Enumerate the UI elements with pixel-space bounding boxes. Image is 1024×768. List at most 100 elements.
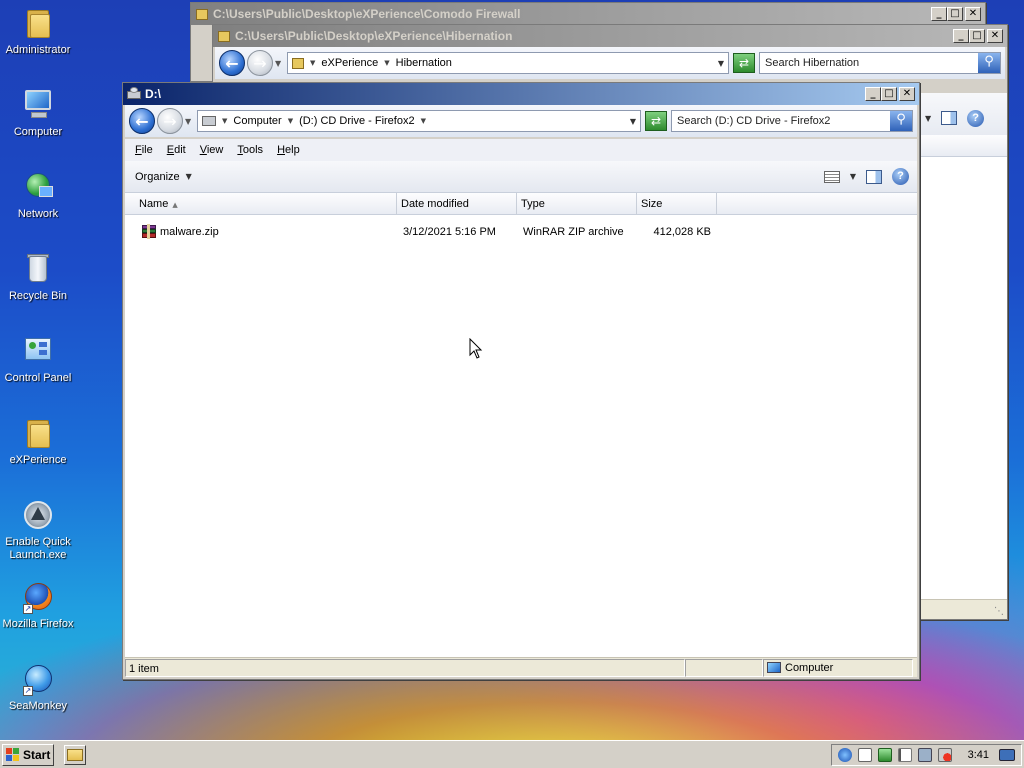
desktop-icon-computer[interactable]: Computer xyxy=(0,88,76,139)
chevron-down-icon[interactable]: ▼ xyxy=(850,172,856,181)
recycle-bin-icon xyxy=(21,252,55,286)
desktop-icon-label: Computer xyxy=(13,126,63,138)
desktop-icon-experience[interactable]: eXPerience xyxy=(0,416,76,467)
desktop-icon-seamonkey[interactable]: ↗ SeaMonkey xyxy=(0,662,76,713)
file-list[interactable]: malware.zip 3/12/2021 5:16 PM WinRAR ZIP… xyxy=(125,215,917,657)
minimize-button[interactable]: _ xyxy=(953,29,969,43)
search-icon[interactable]: ⚲ xyxy=(890,111,912,131)
column-header-type[interactable]: Type xyxy=(517,193,637,215)
chevron-right-icon[interactable]: ▼ xyxy=(384,59,389,67)
status-item-count: 1 item xyxy=(125,658,685,677)
address-dropdown-icon[interactable]: ▼ xyxy=(630,117,636,126)
desktop-icon-network[interactable]: Network xyxy=(0,170,76,221)
column-header: Name ▲ Date modified Type Size xyxy=(125,193,917,215)
desktop-icon-control-panel[interactable]: Control Panel xyxy=(0,334,76,385)
close-button[interactable]: ✕ xyxy=(899,87,915,101)
file-type: WinRAR ZIP archive xyxy=(523,226,624,238)
taskbar-explorer-button[interactable] xyxy=(64,744,86,765)
window-titlebar[interactable]: C:\Users\Public\Desktop\eXPerience\Comod… xyxy=(191,3,985,25)
organize-label: Organize xyxy=(135,170,180,183)
address-dropdown-icon[interactable]: ▼ xyxy=(718,59,724,68)
refresh-icon[interactable]: ⇄ xyxy=(733,53,755,73)
history-dropdown-icon[interactable]: ▼ xyxy=(185,117,195,126)
file-date-modified: 3/12/2021 5:16 PM xyxy=(403,226,496,238)
desktop-icon-enable-quick-launch[interactable]: Enable Quick Launch.exe xyxy=(0,498,76,562)
breadcrumb-item[interactable]: eXPerience xyxy=(321,57,378,69)
refresh-icon[interactable]: ⇄ xyxy=(645,111,667,131)
breadcrumb-item[interactable]: Hibernation xyxy=(396,57,452,69)
menu-item-help[interactable]: Help xyxy=(277,144,300,156)
menu-item-view[interactable]: View xyxy=(200,144,224,156)
desktop-icon-recycle-bin[interactable]: Recycle Bin xyxy=(0,252,76,303)
maximize-button[interactable]: □ xyxy=(947,7,963,21)
window-titlebar[interactable]: C:\Users\Public\Desktop\eXPerience\Hiber… xyxy=(213,25,1007,47)
breadcrumb-item[interactable]: Computer xyxy=(233,115,281,127)
window-d-drive[interactable]: D:\ _ □ ✕ ← → ▼ ▼ Computer ▼ (D:) CD Dri… xyxy=(122,82,920,680)
network-tray-icon[interactable] xyxy=(917,747,932,762)
close-button[interactable]: ✕ xyxy=(987,29,1003,43)
folder-icon xyxy=(21,416,55,450)
status-section-empty xyxy=(685,658,763,677)
search-icon[interactable]: ⚲ xyxy=(978,53,1000,73)
chevron-right-icon[interactable]: ▼ xyxy=(222,117,227,125)
minimize-button[interactable]: _ xyxy=(931,7,947,21)
resize-grip-icon[interactable]: ⋱ xyxy=(994,606,1004,617)
chevron-right-icon[interactable]: ▼ xyxy=(421,117,426,125)
start-button[interactable]: Start xyxy=(2,743,54,766)
address-bar[interactable]: ▼ eXPerience ▼ Hibernation ▼ xyxy=(287,52,729,74)
windows-logo-icon xyxy=(6,747,20,762)
desktop-icon-administrator[interactable]: Administrator xyxy=(0,6,76,57)
menu-item-edit[interactable]: Edit xyxy=(167,144,186,156)
help-icon[interactable]: ? xyxy=(967,109,985,127)
address-bar[interactable]: ▼ Computer ▼ (D:) CD Drive - Firefox2 ▼ … xyxy=(197,110,641,132)
flag-icon[interactable] xyxy=(897,747,912,762)
menu-item-tools[interactable]: Tools xyxy=(237,144,263,156)
minimize-button[interactable]: _ xyxy=(865,87,881,101)
maximize-button[interactable]: □ xyxy=(969,29,985,43)
search-input[interactable]: Search Hibernation ⚲ xyxy=(759,52,1001,74)
start-label: Start xyxy=(23,747,51,762)
show-desktop-icon[interactable] xyxy=(999,748,1015,761)
help-icon[interactable]: ? xyxy=(892,168,909,185)
desktop-icon-label: Administrator xyxy=(5,44,71,56)
views-icon[interactable] xyxy=(823,170,840,183)
window-title: D:\ xyxy=(145,87,161,101)
column-header-size[interactable]: Size xyxy=(637,193,717,215)
cd-drive-icon xyxy=(202,116,216,126)
preview-pane-icon[interactable] xyxy=(866,169,882,184)
menu-item-file[interactable]: File xyxy=(135,144,153,156)
cd-drive-icon xyxy=(127,87,141,101)
back-arrow-icon[interactable]: ← xyxy=(219,50,245,76)
file-row[interactable]: malware.zip 3/12/2021 5:16 PM WinRAR ZIP… xyxy=(125,221,917,243)
security-shield-icon[interactable] xyxy=(877,747,892,762)
clock[interactable]: 3:41 xyxy=(968,749,989,761)
window-titlebar[interactable]: D:\ _ □ ✕ xyxy=(123,83,919,105)
volume-muted-icon[interactable] xyxy=(937,747,952,762)
seamonkey-tray-icon[interactable] xyxy=(837,747,852,762)
computer-icon xyxy=(21,88,55,122)
breadcrumb-item[interactable]: (D:) CD Drive - Firefox2 xyxy=(299,115,415,127)
status-location: Computer xyxy=(763,658,913,677)
chevron-right-icon[interactable]: ▼ xyxy=(288,117,293,125)
search-input[interactable]: Search (D:) CD Drive - Firefox2 ⚲ xyxy=(671,110,913,132)
desktop-icon-mozilla-firefox[interactable]: ↗ Mozilla Firefox xyxy=(0,580,76,631)
close-button[interactable]: ✕ xyxy=(965,7,981,21)
chevron-down-icon[interactable]: ▼ xyxy=(925,114,931,123)
forward-arrow-icon[interactable]: → xyxy=(247,50,273,76)
column-header-name[interactable]: Name ▲ xyxy=(125,193,397,215)
preview-pane-icon[interactable] xyxy=(941,111,958,125)
navigation-bar: ← → ▼ ▼ Computer ▼ (D:) CD Drive - Firef… xyxy=(125,105,917,137)
status-bar-fragment: ⋱ xyxy=(919,599,1007,619)
file-name[interactable]: malware.zip xyxy=(160,226,399,238)
status-bar: 1 item Computer xyxy=(125,657,917,677)
back-arrow-icon[interactable]: ← xyxy=(129,108,155,134)
forward-arrow-icon[interactable]: → xyxy=(157,108,183,134)
chevron-right-icon[interactable]: ▼ xyxy=(310,59,315,67)
firefox-icon: ↗ xyxy=(21,580,55,614)
maximize-button[interactable]: □ xyxy=(881,87,897,101)
column-header-date-modified[interactable]: Date modified xyxy=(397,193,517,215)
organize-button[interactable]: Organize ▼ xyxy=(135,171,192,183)
history-dropdown-icon[interactable]: ▼ xyxy=(275,59,285,68)
quick-launch-icon xyxy=(21,498,55,532)
document-tray-icon[interactable] xyxy=(857,747,872,762)
